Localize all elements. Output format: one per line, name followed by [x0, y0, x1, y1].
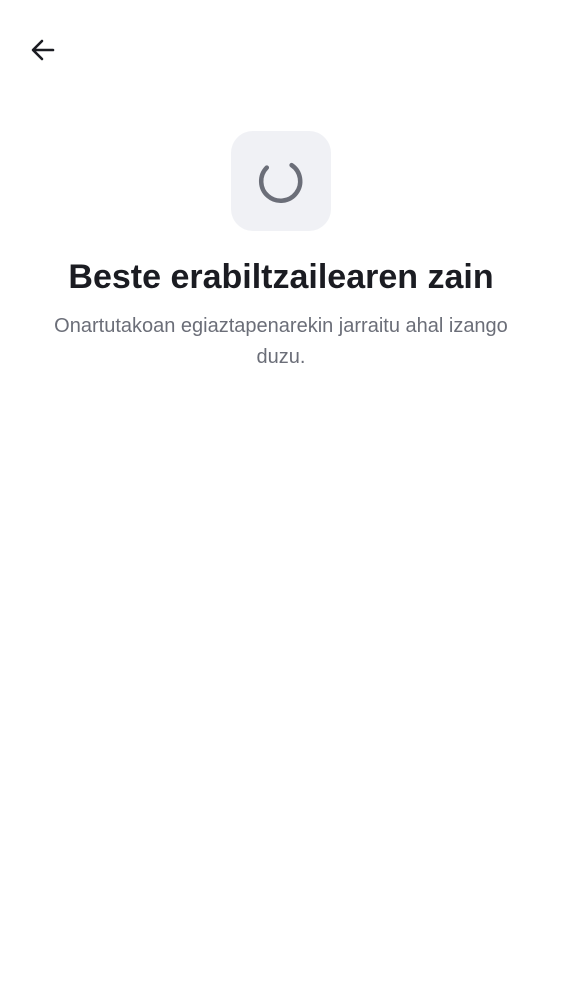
page-subtitle: Onartutakoan egiaztapenarekin jarraitu a… [54, 315, 508, 368]
arrow-left-icon [31, 39, 55, 61]
loading-indicator-tile [231, 131, 331, 231]
loading-spinner-icon [258, 162, 303, 203]
page-title: Beste erabiltzailearen zain [68, 258, 494, 296]
back-button[interactable] [23, 30, 63, 70]
